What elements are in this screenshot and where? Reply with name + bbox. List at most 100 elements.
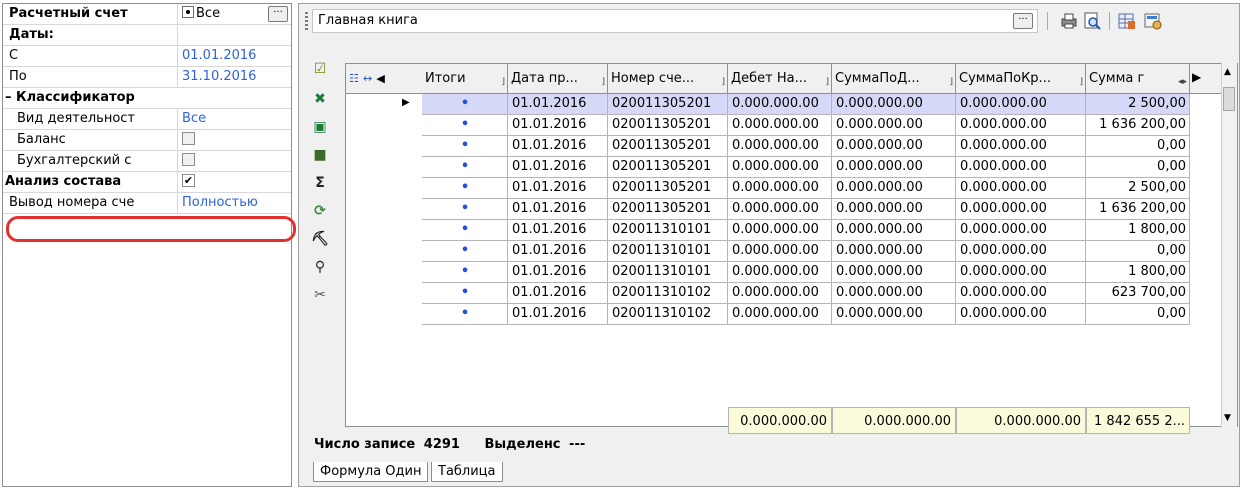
cell-sum_k[interactable]: 0.000.000.00 xyxy=(956,199,1086,220)
excel-icon[interactable]: ✖ xyxy=(309,88,331,110)
radio-icon[interactable] xyxy=(182,6,194,18)
col-header-debit[interactable]: Дебет На... ⌋ xyxy=(728,64,832,94)
scroll-down-icon[interactable]: ▼ xyxy=(1224,413,1231,423)
cell-debit[interactable]: 0.000.000.00 xyxy=(728,199,832,220)
search-icon[interactable]: ⚲ xyxy=(309,256,331,278)
cell-date[interactable]: 01.01.2016 xyxy=(508,241,608,262)
cell-sum_d[interactable]: 0.000.000.00 xyxy=(832,220,956,241)
param-row-from[interactable]: С 01.01.2016 xyxy=(3,46,291,67)
cell-account[interactable]: 020011310101 xyxy=(608,220,728,241)
cell-sum_d[interactable]: 0.000.000.00 xyxy=(832,262,956,283)
row-dot-cell[interactable]: • xyxy=(422,157,508,178)
cell-sum_k[interactable]: 0.000.000.00 xyxy=(956,115,1086,136)
cell-sum_k[interactable]: 0.000.000.00 xyxy=(956,220,1086,241)
cell-account[interactable]: 020011310101 xyxy=(608,241,728,262)
cell-account[interactable]: 020011305201 xyxy=(608,199,728,220)
cell-sum_d[interactable]: 0.000.000.00 xyxy=(832,304,956,325)
cell-sum_k[interactable]: 0.000.000.00 xyxy=(956,94,1086,115)
cell-sum_k[interactable]: 0.000.000.00 xyxy=(956,157,1086,178)
cell-debit[interactable]: 0.000.000.00 xyxy=(728,115,832,136)
activity-field[interactable]: Все xyxy=(179,109,291,129)
param-row-to[interactable]: По 31.10.2016 xyxy=(3,67,291,88)
settings-icon[interactable] xyxy=(1143,11,1163,31)
analysis-checkbox[interactable]: ✔ xyxy=(182,174,195,187)
cell-debit[interactable]: 0.000.000.00 xyxy=(728,157,832,178)
accounting-checkbox[interactable] xyxy=(182,153,195,166)
scroll-thumb[interactable] xyxy=(1223,87,1235,111)
cell-account[interactable]: 020011305201 xyxy=(608,115,728,136)
cell-sum[interactable]: 1 636 200,00 xyxy=(1086,199,1190,220)
cell-sum_k[interactable]: 0.000.000.00 xyxy=(956,241,1086,262)
cell-sum_d[interactable]: 0.000.000.00 xyxy=(832,157,956,178)
refresh-icon[interactable]: ⟳ xyxy=(309,200,331,222)
excel-export-icon[interactable]: ▣ xyxy=(309,116,331,138)
cell-sum_d[interactable]: 0.000.000.00 xyxy=(832,241,956,262)
col-header-date[interactable]: Дата пр... ⌋ xyxy=(508,64,608,94)
cell-debit[interactable]: 0.000.000.00 xyxy=(728,283,832,304)
param-row-classifier[interactable]: – Классификатор xyxy=(3,88,291,109)
col-header-sum-d[interactable]: СуммаПоД... ⌋ xyxy=(832,64,956,94)
col-header-totals[interactable]: Итоги ⌋ xyxy=(422,64,508,94)
preview-icon[interactable] xyxy=(1083,11,1103,31)
row-dot-cell[interactable]: • xyxy=(422,115,508,136)
row-dot-cell[interactable]: • xyxy=(422,262,508,283)
cell-date[interactable]: 01.01.2016 xyxy=(508,94,608,115)
cell-sum_d[interactable]: 0.000.000.00 xyxy=(832,115,956,136)
row-dot-cell[interactable]: • xyxy=(422,241,508,262)
cell-date[interactable]: 01.01.2016 xyxy=(508,178,608,199)
param-row-balance[interactable]: Баланс xyxy=(3,130,291,151)
row-dot-cell[interactable]: • xyxy=(422,199,508,220)
param-row-activity[interactable]: Вид деятельност Все xyxy=(3,109,291,130)
row-dot-cell[interactable]: • xyxy=(422,178,508,199)
save-icon[interactable]: ■ xyxy=(309,144,331,166)
cell-sum[interactable]: 2 500,00 xyxy=(1086,94,1190,115)
cell-account[interactable]: 020011305201 xyxy=(608,178,728,199)
cell-sum_k[interactable]: 0.000.000.00 xyxy=(956,283,1086,304)
scroll-up-icon[interactable]: ▲ xyxy=(1224,67,1231,77)
classifier-group-toggle[interactable]: – Классификатор xyxy=(3,88,291,108)
cell-account[interactable]: 020011310101 xyxy=(608,262,728,283)
cell-sum[interactable]: 1 800,00 xyxy=(1086,262,1190,283)
cell-debit[interactable]: 0.000.000.00 xyxy=(728,220,832,241)
row-dot-cell[interactable]: • xyxy=(422,304,508,325)
cell-account[interactable]: 020011310102 xyxy=(608,304,728,325)
checklist-icon[interactable]: ☑ xyxy=(309,58,331,80)
cell-debit[interactable]: 0.000.000.00 xyxy=(728,241,832,262)
tab-table[interactable]: Таблица xyxy=(431,462,503,482)
cell-date[interactable]: 01.01.2016 xyxy=(508,115,608,136)
param-row-account-number[interactable]: Вывод номера сче Полностью xyxy=(3,193,291,214)
cell-sum[interactable]: 0,00 xyxy=(1086,304,1190,325)
balance-checkbox[interactable] xyxy=(182,132,195,145)
cell-date[interactable]: 01.01.2016 xyxy=(508,304,608,325)
cell-debit[interactable]: 0.000.000.00 xyxy=(728,304,832,325)
print-icon[interactable] xyxy=(1059,11,1079,31)
row-dot-cell[interactable]: • xyxy=(422,94,508,115)
param-row-account[interactable]: Расчетный счет Все ··· xyxy=(3,4,291,25)
cell-account[interactable]: 020011305201 xyxy=(608,136,728,157)
cell-sum[interactable]: 0,00 xyxy=(1086,157,1190,178)
cell-sum_d[interactable]: 0.000.000.00 xyxy=(832,178,956,199)
row-dot-cell[interactable]: • xyxy=(422,220,508,241)
cell-account[interactable]: 020011305201 xyxy=(608,94,728,115)
cell-date[interactable]: 01.01.2016 xyxy=(508,157,608,178)
cell-sum_k[interactable]: 0.000.000.00 xyxy=(956,304,1086,325)
cell-sum[interactable]: 623 700,00 xyxy=(1086,283,1190,304)
cell-date[interactable]: 01.01.2016 xyxy=(508,199,608,220)
cell-sum_d[interactable]: 0.000.000.00 xyxy=(832,199,956,220)
sum-icon[interactable]: Σ xyxy=(309,172,331,194)
account-number-mode-field[interactable]: Полностью xyxy=(179,193,291,213)
param-row-analysis[interactable]: Анализ состава ✔ xyxy=(3,172,291,193)
grip-icon[interactable] xyxy=(305,12,308,32)
cell-sum[interactable]: 0,00 xyxy=(1086,136,1190,157)
col-header-sum-k[interactable]: СуммаПоКр... ⌋ xyxy=(956,64,1086,94)
cell-date[interactable]: 01.01.2016 xyxy=(508,136,608,157)
cell-sum[interactable]: 0,00 xyxy=(1086,241,1190,262)
vertical-scrollbar[interactable]: ▲ ▼ xyxy=(1221,63,1237,427)
cell-sum_d[interactable]: 0.000.000.00 xyxy=(832,283,956,304)
date-from-field[interactable]: 01.01.2016 xyxy=(179,46,291,66)
col-header-account[interactable]: Номер сче... ⌋ xyxy=(608,64,728,94)
cell-sum_d[interactable]: 0.000.000.00 xyxy=(832,136,956,157)
cell-sum[interactable]: 1 800,00 xyxy=(1086,220,1190,241)
cell-sum_k[interactable]: 0.000.000.00 xyxy=(956,262,1086,283)
report-title-field[interactable]: Главная книга ··· xyxy=(312,9,1038,33)
